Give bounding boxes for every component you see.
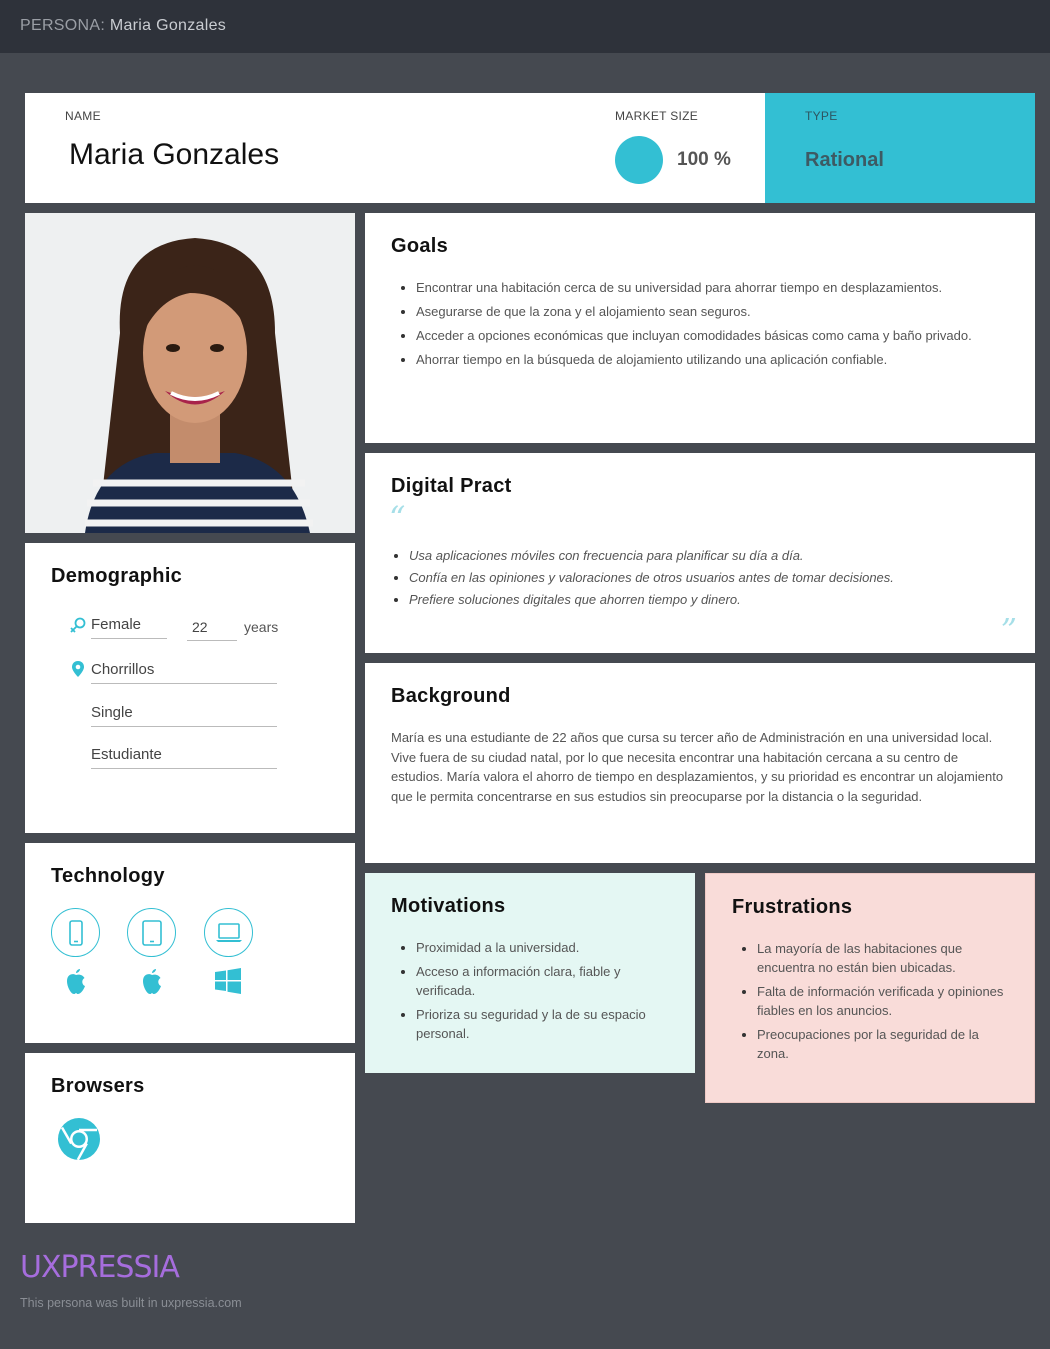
list-item: Prioriza su seguridad y la de su espacio… (416, 1005, 669, 1043)
list-item: Usa aplicaciones móviles con frecuencia … (409, 546, 1009, 565)
goals-title: Goals (391, 235, 449, 257)
frustrations-card: Frustrations La mayoría de las habitacio… (705, 873, 1035, 1103)
apple-icon (67, 969, 85, 994)
apple-icon (143, 969, 161, 994)
location-icon (72, 661, 84, 677)
digital-card: Digital Pract “ Usa aplicaciones móviles… (365, 453, 1035, 653)
demographic-title: Demographic (51, 565, 183, 587)
footer-note[interactable]: This persona was built in uxpressia.com (20, 1296, 242, 1310)
browsers-title: Browsers (51, 1075, 145, 1097)
gender-icon (70, 617, 86, 633)
motivations-card: Motivations Proximidad a la universidad.… (365, 873, 695, 1073)
age-field[interactable]: 22 (187, 619, 237, 641)
persona-name[interactable]: Maria Gonzales (69, 138, 279, 172)
goals-list: Encontrar una habitación cerca de su uni… (391, 278, 1009, 369)
windows-icon (215, 968, 241, 994)
market-size-value: 100 % (677, 149, 731, 170)
list-item: Encontrar una habitación cerca de su uni… (416, 278, 1009, 297)
persona-photo (25, 213, 355, 533)
motivations-list: Proximidad a la universidad. Acceso a in… (391, 938, 669, 1043)
list-item: Asegurarse de que la zona y el alojamien… (416, 302, 1009, 321)
name-label: NAME (65, 109, 101, 123)
phone-icon (51, 908, 100, 957)
digital-title: Digital Pract (391, 475, 512, 497)
list-item: Confía en las opiniones y valoraciones d… (409, 568, 1009, 587)
technology-title: Technology (51, 865, 165, 887)
chrome-icon (58, 1118, 100, 1161)
laptop-icon (204, 908, 253, 957)
background-title: Background (391, 685, 511, 707)
location-field[interactable]: Chorrillos (91, 661, 277, 684)
list-item: Prefiere soluciones digitales que ahorre… (409, 590, 1009, 609)
digital-list: Usa aplicaciones móviles con frecuencia … (391, 546, 1009, 609)
list-item: La mayoría de las habitaciones que encue… (757, 939, 1008, 977)
background-text: María es una estudiante de 22 años que c… (391, 730, 1004, 804)
tablet-icon (127, 908, 176, 957)
header-card: NAME Maria Gonzales MARKET SIZE 100 % (25, 93, 765, 203)
persona-prefix: PERSONA: (20, 17, 106, 34)
occupation-field[interactable]: Estudiante (91, 746, 277, 769)
motivations-title: Motivations (391, 895, 506, 917)
list-item: Preocupaciones por la seguridad de la zo… (757, 1025, 1008, 1063)
gender-field[interactable]: Female (91, 616, 167, 639)
list-item: Falta de información verificada y opinio… (757, 982, 1008, 1020)
demographic-card: Demographic Female 22 years Chorrillos S… (25, 543, 355, 833)
open-quote-icon: “ (389, 499, 406, 537)
type-value[interactable]: Rational (805, 149, 884, 172)
browsers-card: Browsers (25, 1053, 355, 1223)
list-item: Acceso a información clara, fiable y ver… (416, 962, 669, 1000)
list-item: Acceder a opciones económicas que incluy… (416, 326, 1009, 345)
market-size-circle (615, 136, 663, 184)
persona-title: Maria Gonzales (109, 17, 227, 34)
list-item: Ahorrar tiempo en la búsqueda de alojami… (416, 350, 1009, 369)
background-card: Background María es una estudiante de 22… (365, 663, 1035, 863)
top-bar: PERSONA: Maria Gonzales (0, 0, 1050, 53)
type-label: TYPE (805, 109, 838, 123)
frustrations-list: La mayoría de las habitaciones que encue… (732, 939, 1008, 1063)
avatar (25, 213, 355, 533)
uxpressia-logo[interactable]: UXPRESSIA (20, 1250, 180, 1285)
close-quote-icon: ” (1000, 611, 1017, 649)
market-size-label: MARKET SIZE (615, 109, 699, 123)
technology-card: Technology (25, 843, 355, 1043)
frustrations-title: Frustrations (732, 896, 853, 918)
age-unit: years (244, 619, 279, 635)
goals-card: Goals Encontrar una habitación cerca de … (365, 213, 1035, 443)
type-card: TYPE Rational (765, 93, 1035, 203)
list-item: Proximidad a la universidad. (416, 938, 669, 957)
status-field[interactable]: Single (91, 704, 277, 727)
